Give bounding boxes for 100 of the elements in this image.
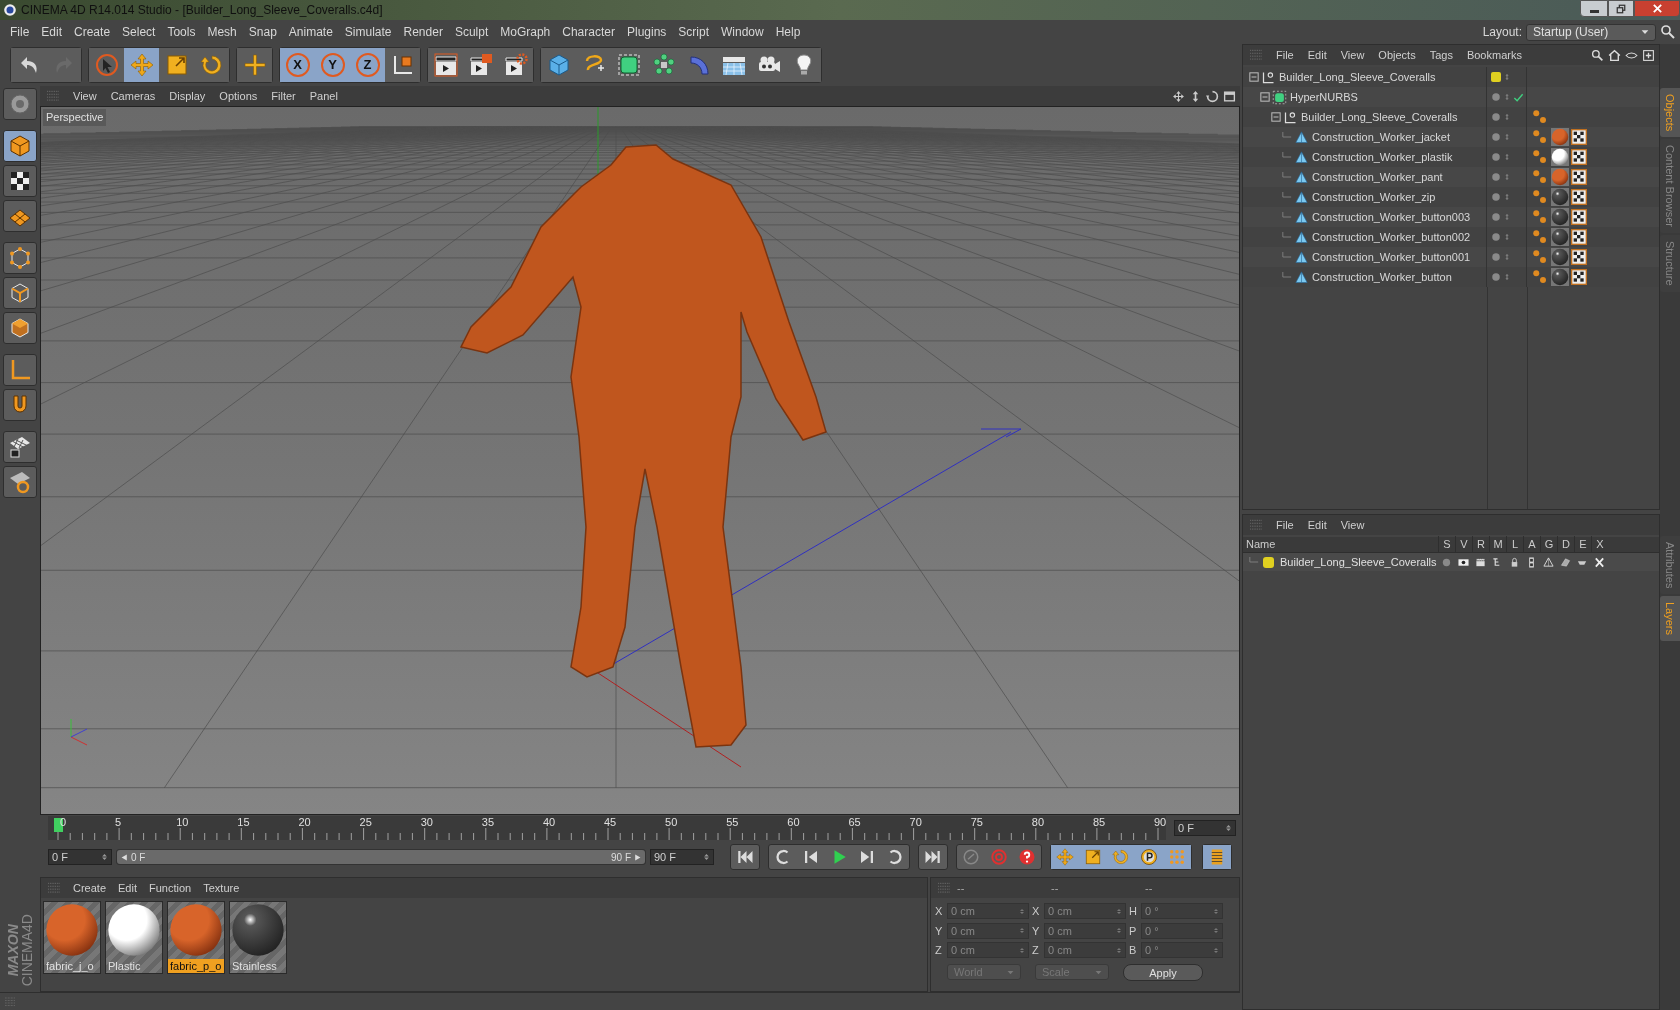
null-object-icon	[1261, 69, 1276, 85]
menu-item[interactable]: Create	[68, 23, 117, 41]
viewport-menu-item[interactable]: View	[66, 87, 104, 105]
column-header[interactable]: L	[1506, 536, 1523, 553]
column-header[interactable]: Name	[1243, 536, 1438, 553]
material-menu-item[interactable]: Edit	[112, 879, 143, 897]
frame-range-slider[interactable]: 0 F 90 F	[117, 850, 645, 864]
menu-item[interactable]: Select	[116, 23, 162, 41]
layer-dot-icon	[1491, 112, 1501, 122]
axis-lock-button[interactable]: X	[280, 48, 315, 82]
column-header[interactable]: S	[1438, 536, 1455, 553]
column-header[interactable]: D	[1557, 536, 1574, 553]
column-header[interactable]: A	[1523, 536, 1540, 553]
column-header[interactable]: X	[1591, 536, 1608, 553]
material-menu-item[interactable]: Function	[143, 879, 198, 897]
layout-dropdown[interactable]: Startup (User)	[1526, 23, 1656, 41]
viewport-menu-item[interactable]: Panel	[302, 87, 345, 105]
snap-mode-button[interactable]	[3, 466, 37, 498]
material-sphere-icon	[1551, 268, 1569, 286]
restore-button[interactable]	[1608, 0, 1634, 17]
material-menu-item[interactable]: Create	[67, 879, 113, 897]
layer-menu-item[interactable]: Edit	[1300, 516, 1334, 534]
viewport-menu-item[interactable]: Cameras	[103, 87, 163, 105]
apply-button[interactable]: Apply	[1123, 963, 1203, 981]
cube-icon	[546, 53, 571, 77]
side-tab[interactable]: Layers	[1660, 596, 1680, 642]
go-to-start-icon	[736, 848, 754, 866]
menu-item[interactable]: Snap	[242, 23, 283, 41]
viewport-menu-item[interactable]: Filter	[264, 87, 303, 105]
viewport-menu-item[interactable]: Display	[162, 87, 213, 105]
close-button[interactable]	[1634, 0, 1680, 17]
frame-field[interactable]: 0 F	[1174, 820, 1236, 836]
layer-row[interactable]: Builder_Long_Sleeve_Coveralls	[1243, 553, 1659, 571]
axis-lock-button[interactable]: Z	[350, 48, 385, 82]
phong-dots-icon	[1531, 128, 1549, 146]
menu-item[interactable]: File	[4, 23, 36, 41]
material-swatch[interactable]: fabric_j_o	[43, 901, 101, 974]
menu-item[interactable]: Mesh	[201, 23, 243, 41]
end-frame-field[interactable]: 90 F	[650, 849, 714, 865]
axis-lock-button[interactable]: Y	[315, 48, 350, 82]
column-header[interactable]: R	[1472, 536, 1489, 553]
menu-item[interactable]: Simulate	[338, 23, 398, 41]
timeline-ruler[interactable]: 0 5 10 15 20 25 30 35 40 45 50 55 60 65 70 75 80 85 90	[48, 816, 1166, 840]
lock-mode-button[interactable]	[3, 431, 37, 463]
side-tab[interactable]: Objects	[1660, 88, 1680, 138]
spinner-icon	[1019, 926, 1025, 936]
material-menu-item[interactable]: Texture	[197, 879, 246, 897]
view-mode-button[interactable]	[3, 88, 37, 120]
axis-mode-button[interactable]	[3, 354, 37, 386]
layer-menu-item[interactable]: File	[1269, 516, 1301, 534]
spinner-icon	[1116, 926, 1122, 936]
menu-item[interactable]: Plugins	[620, 23, 673, 41]
magnet-mode-button[interactable]	[3, 389, 37, 421]
current-frame-field[interactable]: 0 F	[48, 849, 112, 865]
clapperboard-icon	[1475, 556, 1486, 568]
menu-item[interactable]: Edit	[35, 23, 69, 41]
texture-mode-button[interactable]	[3, 165, 37, 197]
record-disabled-icon	[962, 848, 980, 866]
menu-item[interactable]: MoGraph	[494, 23, 557, 41]
caret-icon	[1095, 968, 1102, 976]
material-swatch[interactable]: Stainless	[229, 901, 287, 974]
timeline-button[interactable]	[1203, 845, 1231, 869]
minimize-button[interactable]	[1580, 0, 1608, 17]
frame-number: 50	[665, 816, 678, 828]
menu-item[interactable]: Window	[715, 23, 770, 41]
menu-item[interactable]: Render	[397, 23, 449, 41]
points-mode-button[interactable]	[3, 242, 37, 274]
menu-item[interactable]: Character	[556, 23, 621, 41]
frame-number: 70	[909, 816, 922, 828]
polygons-mode-button[interactable]	[3, 312, 37, 344]
menu-item[interactable]: Animate	[282, 23, 339, 41]
menu-item[interactable]: Sculpt	[448, 23, 495, 41]
object-menu-item[interactable]: Objects	[1371, 46, 1423, 64]
material-swatch[interactable]: fabric_p_o	[167, 901, 225, 974]
edges-mode-button[interactable]	[3, 277, 37, 309]
object-menu-item[interactable]: File	[1269, 46, 1301, 64]
menu-item[interactable]: Help	[769, 23, 807, 41]
column-header[interactable]: G	[1540, 536, 1557, 553]
caret-icon	[1007, 968, 1014, 976]
object-menu-item[interactable]: View	[1333, 46, 1372, 64]
column-header[interactable]: M	[1489, 536, 1506, 553]
nurbs-cube-icon	[616, 53, 641, 77]
object-menu-item[interactable]: Bookmarks	[1459, 46, 1529, 64]
workplane-mode-button[interactable]	[3, 200, 37, 232]
column-header[interactable]: E	[1574, 536, 1591, 553]
layer-menu-item[interactable]: View	[1333, 516, 1372, 534]
frame-number: 25	[359, 816, 372, 828]
search-icon	[1591, 48, 1604, 62]
viewport-menu-item[interactable]: Options	[212, 87, 265, 105]
key-position-icon	[1056, 848, 1074, 866]
add-tool-button[interactable]	[237, 48, 272, 82]
menu-item[interactable]: Script	[672, 23, 715, 41]
column-header[interactable]: V	[1455, 536, 1472, 553]
menu-item[interactable]: Tools	[161, 23, 202, 41]
material-swatch[interactable]: Plastic	[105, 901, 163, 974]
checker-tag-icon	[1571, 249, 1587, 265]
right-arrow-icon	[634, 853, 641, 861]
object-menu-item[interactable]: Edit	[1300, 46, 1334, 64]
object-menu-item[interactable]: Tags	[1422, 46, 1460, 64]
model-mode-button[interactable]	[3, 130, 37, 162]
